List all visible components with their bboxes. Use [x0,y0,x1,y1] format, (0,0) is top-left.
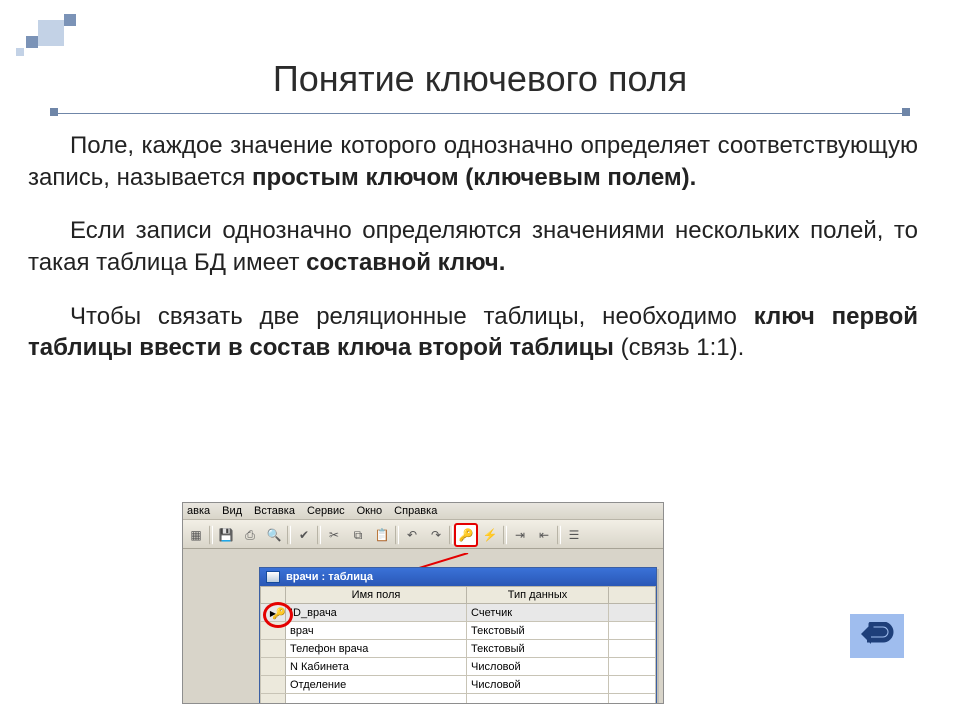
table-row[interactable]: ID_врача Счетчик [261,604,656,622]
delete-rows-icon[interactable]: ⇤ [533,524,555,546]
table-design-window: врачи : таблица Имя поля Тип данных ID_в… [259,567,657,704]
toolbar-separator [287,525,291,545]
cell-type[interactable]: Текстовый [467,622,609,640]
toolbar-separator [317,525,321,545]
row-selector[interactable] [261,676,286,694]
row-selector[interactable] [261,694,286,705]
slide-title: Понятие ключевого поля [0,58,960,100]
cell-name[interactable]: врач [286,622,467,640]
toolbar-separator [449,525,453,545]
table-row[interactable]: Отделение Числовой [261,676,656,694]
redo-icon[interactable]: ↷ [425,524,447,546]
save-icon[interactable]: 💾 [215,524,237,546]
body-text: Поле, каждое значение которого однозначн… [28,130,918,386]
slide: Понятие ключевого поля Поле, каждое знач… [0,0,960,720]
toolbar-separator [557,525,561,545]
insert-rows-icon[interactable]: ⇥ [509,524,531,546]
print-icon[interactable]: ⎙ [239,524,261,546]
col-data-type: Тип данных [467,587,609,604]
cut-icon[interactable]: ✂ [323,524,345,546]
table-row[interactable] [261,694,656,705]
rowhead-header [261,587,286,604]
copy-icon[interactable]: ⧉ [347,524,369,546]
menu-item[interactable]: Справка [394,505,437,517]
p3-tail: (связь 1:1). [614,334,744,361]
u-turn-arrow-icon [857,622,897,650]
key-icon: 🔑 [272,607,286,620]
window-title: врачи : таблица [286,571,373,583]
menu-item[interactable]: Вставка [254,505,295,517]
cell-name[interactable]: Отделение [286,676,467,694]
p3-text: Чтобы связать две реляционные таблицы, н… [70,303,754,330]
table-row[interactable]: N Кабинета Числовой [261,658,656,676]
table-icon [266,571,280,583]
cell-name[interactable]: N Кабинета [286,658,467,676]
cell-type[interactable]: Текстовый [467,640,609,658]
cell-type[interactable]: Числовой [467,658,609,676]
p2-bold: составной ключ. [306,249,505,276]
menu-item[interactable]: Окно [357,505,383,517]
paragraph-2: Если записи однозначно определяются знач… [28,215,918,278]
fields-table: Имя поля Тип данных ID_врача Счетчик вра… [260,586,656,704]
key-highlight-circle: 🔑 [263,602,293,628]
access-screenshot: авка Вид Вставка Сервис Окно Справка ▦ 💾… [182,502,664,704]
row-selector[interactable] [261,658,286,676]
cell-name[interactable]: Телефон врача [286,640,467,658]
window-titlebar: врачи : таблица [260,568,656,586]
toolbar: ▦ 💾 ⎙ 🔍 ✔ ✂ ⧉ 📋 ↶ ↷ 🔑 ⚡ ⇥ ⇤ ☰ [183,520,663,549]
toolbar-view-icon[interactable]: ▦ [185,524,207,546]
table-row[interactable]: Телефон врача Текстовый [261,640,656,658]
cell-type[interactable]: Счетчик [467,604,609,622]
row-selector[interactable] [261,640,286,658]
table-row[interactable]: врач Текстовый [261,622,656,640]
paragraph-3: Чтобы связать две реляционные таблицы, н… [28,301,918,364]
primary-key-icon[interactable]: 🔑 [455,524,477,546]
paste-icon[interactable]: 📋 [371,524,393,546]
undo-icon[interactable]: ↶ [401,524,423,546]
back-button[interactable] [850,614,904,658]
toolbar-separator [503,525,507,545]
p1-bold: простым ключом (ключевым полем). [252,164,696,191]
menu-item[interactable]: Вид [222,505,242,517]
cell-name[interactable]: ID_врача [286,604,467,622]
paragraph-1: Поле, каждое значение которого однозначн… [28,130,918,193]
properties-icon[interactable]: ☰ [563,524,585,546]
menu-bar: авка Вид Вставка Сервис Окно Справка [183,503,663,520]
col-field-name: Имя поля [286,587,467,604]
title-rule [50,110,910,114]
menu-item[interactable]: Сервис [307,505,345,517]
toolbar-separator [395,525,399,545]
col-blank [609,587,656,604]
preview-icon[interactable]: 🔍 [263,524,285,546]
decorative-squares [14,14,94,54]
spellcheck-icon[interactable]: ✔ [293,524,315,546]
lightning-icon[interactable]: ⚡ [479,524,501,546]
cell-type[interactable]: Числовой [467,676,609,694]
toolbar-separator [209,525,213,545]
menu-item[interactable]: авка [187,505,210,517]
